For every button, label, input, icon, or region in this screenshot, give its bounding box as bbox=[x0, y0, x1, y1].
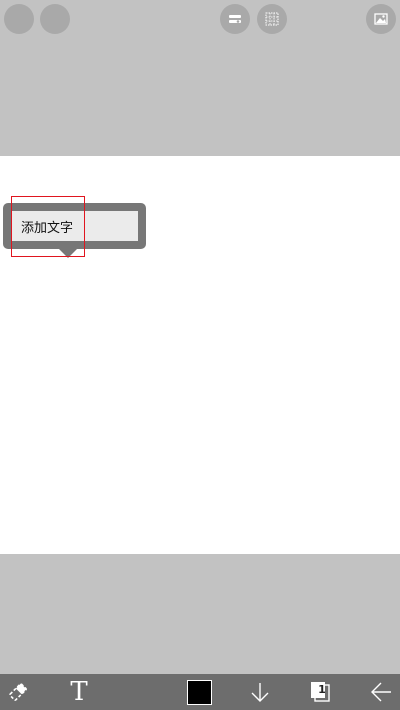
color-swatch bbox=[186, 679, 212, 705]
context-popup: 添加文字 bbox=[3, 203, 146, 258]
text-tool-icon: T bbox=[70, 677, 88, 707]
top-left-button-2[interactable] bbox=[40, 4, 70, 34]
bottom-area bbox=[0, 554, 400, 674]
add-text-option[interactable]: 添加文字 bbox=[11, 211, 138, 241]
image-icon bbox=[374, 13, 388, 25]
page-count: 1 bbox=[318, 683, 326, 696]
grid-icon bbox=[265, 12, 279, 26]
eraser-icon bbox=[9, 683, 27, 701]
pages-button[interactable]: 1 bbox=[307, 674, 335, 710]
grid-button[interactable] bbox=[257, 4, 287, 34]
popup-pointer bbox=[59, 249, 77, 258]
image-button[interactable] bbox=[366, 4, 396, 34]
arrow-down-icon bbox=[251, 683, 269, 702]
add-text-label: 添加文字 bbox=[21, 220, 74, 236]
layers-toggle-icon bbox=[229, 15, 241, 23]
arrow-left-icon bbox=[371, 682, 391, 702]
color-picker-button[interactable] bbox=[185, 674, 213, 710]
text-tool-button[interactable]: T bbox=[64, 674, 94, 710]
top-left-button-1[interactable] bbox=[4, 4, 34, 34]
bottom-toolbar: T 1 bbox=[0, 674, 400, 710]
top-bar bbox=[0, 0, 400, 156]
download-button[interactable] bbox=[248, 674, 272, 710]
eraser-button[interactable] bbox=[4, 674, 32, 710]
back-button[interactable] bbox=[368, 674, 394, 710]
layers-toggle-button[interactable] bbox=[220, 4, 250, 34]
